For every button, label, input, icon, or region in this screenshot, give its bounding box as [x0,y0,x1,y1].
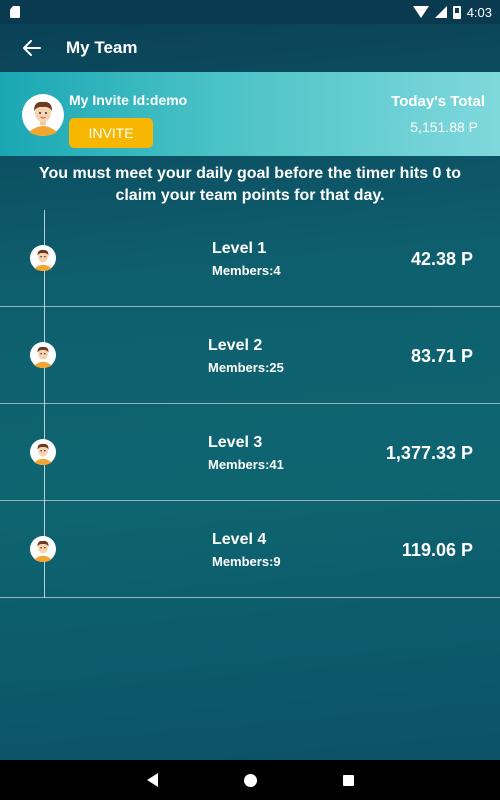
user-avatar-icon [30,342,56,368]
invite-button[interactable]: INVITE [69,118,153,148]
goal-message: You must meet your daily goal before the… [39,165,461,204]
level-name: Level 4 [212,531,267,548]
user-avatar-icon [30,245,56,271]
level-row[interactable]: Level 2 Members:25 83.71 P [0,307,500,404]
level-name: Level 3 [208,434,263,451]
level-members: Members:25 [208,360,284,375]
level-row[interactable]: Level 1 Members:4 42.38 P [0,210,500,307]
todays-total-value: 5,151.88 P [410,119,478,135]
level-points: 42.38 P [410,249,473,269]
back-button[interactable] [12,28,52,68]
level-points: 119.06 P [401,540,473,560]
invite-header-card: My Invite Id:demo INVITE Today's Total 5… [0,72,500,156]
level-members: Members:4 [212,263,281,278]
nav-back-icon[interactable] [146,773,158,787]
status-bar: 4:03 [0,0,500,24]
app-bar: My Team [0,24,500,72]
levels-list: Level 1 Members:4 42.38 P Level 2 Member… [0,210,500,598]
todays-total-label: Today's Total [391,93,485,110]
level-members: Members:41 [208,457,284,472]
level-row[interactable]: Level 4 Members:9 119.06 P [0,501,500,598]
wifi-icon [412,6,429,18]
nav-recent-icon[interactable] [342,774,354,786]
user-avatar-icon [30,439,56,465]
level-points: 83.71 P [410,346,473,366]
arrow-left-icon [23,40,41,56]
battery-icon [452,5,461,19]
user-avatar-icon [30,536,56,562]
level-points: 1,377.33 P [385,443,473,463]
level-row[interactable]: Level 3 Members:41 1,377.33 P [0,404,500,501]
system-nav-bar [0,760,500,800]
signal-icon [434,6,447,18]
sd-card-icon [10,6,20,18]
nav-home-icon[interactable] [243,773,257,787]
level-name: Level 2 [208,337,263,354]
user-avatar-icon [22,94,64,136]
invite-id: My Invite Id:demo [69,92,188,108]
level-members: Members:9 [212,554,281,569]
status-left [10,6,20,18]
status-right: 4:03 [412,4,492,20]
page-title: My Team [66,38,138,57]
my-team-screen: 4:03 My Team My Invite Id:demo INVITE To… [0,0,500,800]
level-name: Level 1 [212,240,267,257]
status-time: 4:03 [466,4,492,20]
